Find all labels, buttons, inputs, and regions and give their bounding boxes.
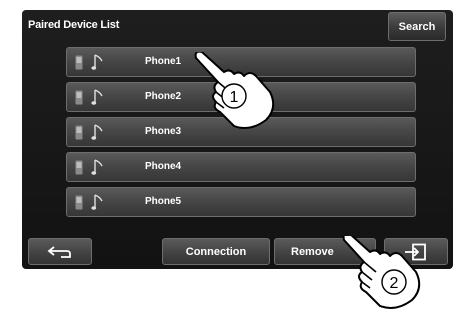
device-row-phone4[interactable]: Phone4 [66, 152, 416, 182]
device-row-phone5[interactable]: Phone5 [66, 187, 416, 217]
phone-icon [75, 125, 83, 140]
device-name: Phone3 [145, 126, 182, 137]
step-number: 1 [230, 89, 239, 106]
music-note-icon [91, 89, 103, 105]
search-button[interactable]: Search [388, 12, 446, 41]
music-note-icon [91, 194, 103, 210]
connection-button[interactable]: Connection [162, 238, 270, 265]
step-number: 2 [390, 275, 399, 292]
page-title: Paired Device List [28, 19, 120, 31]
back-button[interactable] [28, 238, 92, 265]
music-note-icon [91, 54, 103, 70]
pointing-hand-icon: 2 [342, 236, 421, 309]
pointing-hand-icon: 1 [194, 52, 275, 129]
return-arrow-icon [47, 245, 71, 258]
music-note-icon [91, 159, 103, 175]
device-name: Phone2 [145, 91, 182, 102]
device-name: Phone1 [145, 56, 182, 67]
device-name: Phone4 [145, 161, 182, 172]
phone-icon [75, 90, 83, 105]
paired-device-screen: Paired Device List Search Phone1 Phone2 … [22, 10, 453, 269]
header-bar: Paired Device List Search [22, 10, 453, 44]
device-name: Phone5 [145, 196, 182, 207]
music-note-icon [91, 124, 103, 140]
phone-icon [75, 55, 83, 70]
phone-icon [75, 195, 83, 210]
phone-icon [75, 160, 83, 175]
